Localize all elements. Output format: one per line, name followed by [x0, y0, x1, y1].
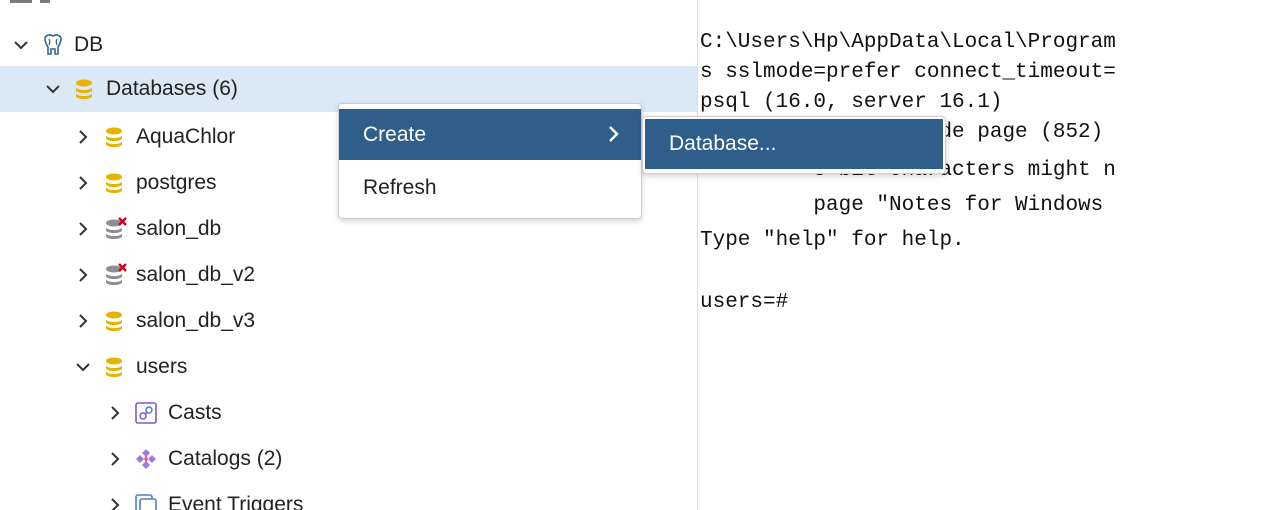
- catalogs-icon: [134, 447, 160, 471]
- tree-node-database[interactable]: salon_db_v3: [0, 298, 697, 344]
- tree-node-label: Databases (6): [106, 77, 238, 100]
- tree-node-server-db[interactable]: DB: [0, 22, 673, 68]
- chevron-down-icon[interactable]: [72, 356, 94, 378]
- database-icon: [102, 355, 128, 379]
- chevron-right-icon[interactable]: [72, 218, 94, 240]
- chevron-down-icon[interactable]: [42, 78, 64, 100]
- terminal-line: page "Notes for Windows: [700, 194, 1104, 217]
- terminal-line: C:\Users\Hp\AppData\Local\Program: [700, 31, 1116, 54]
- chevron-right-icon[interactable]: [104, 448, 126, 470]
- menu-item-refresh[interactable]: Refresh: [339, 162, 641, 213]
- tree-node-label: Casts: [168, 401, 222, 424]
- postgres-elephant-icon: [40, 33, 66, 57]
- menu-item-label: Create: [363, 122, 427, 146]
- menu-item-create[interactable]: Create: [339, 109, 641, 160]
- terminal-line: psql (16.0, server 16.1): [700, 91, 1003, 114]
- tree-node-label: Event Triggers: [168, 493, 304, 510]
- submenu-item-database[interactable]: Database...: [645, 119, 943, 169]
- tree-node-database-users[interactable]: users: [0, 344, 697, 390]
- chevron-right-icon: [607, 123, 621, 145]
- tree-node-label: Catalogs (2): [168, 447, 283, 470]
- tree-node-label: postgres: [136, 171, 217, 194]
- database-icon: [102, 171, 128, 195]
- tree-node-label: salon_db: [136, 217, 222, 240]
- object-explorer-tree: DB Databases (6) AquaChlor postgres salo…: [0, 0, 697, 510]
- terminal-prompt[interactable]: users=#: [700, 290, 788, 316]
- submenu-item-label: Database...: [669, 132, 777, 155]
- tree-node-database[interactable]: salon_db_v2: [0, 252, 697, 298]
- tree-node-casts[interactable]: Casts: [0, 390, 697, 436]
- databases-icon: [72, 77, 98, 101]
- database-icon: [102, 125, 128, 149]
- tree-node-label: AquaChlor: [136, 125, 236, 148]
- create-submenu: Database...: [642, 116, 946, 174]
- terminal-line: Type "help" for help.: [700, 229, 965, 252]
- database-disconnected-icon: [102, 263, 128, 287]
- tree-node-label: salon_db_v3: [136, 309, 256, 332]
- event-triggers-icon: [134, 493, 160, 510]
- psql-terminal[interactable]: C:\Users\Hp\AppData\Local\Program s sslm…: [698, 0, 1275, 510]
- chevron-right-icon[interactable]: [104, 494, 126, 510]
- tree-node-label: users: [136, 355, 188, 378]
- tree-node-event-triggers[interactable]: Event Triggers: [0, 482, 697, 510]
- chevron-right-icon[interactable]: [72, 310, 94, 332]
- chevron-right-icon[interactable]: [72, 126, 94, 148]
- tree-node-catalogs[interactable]: Catalogs (2): [0, 436, 697, 482]
- menu-item-label: Refresh: [363, 175, 437, 199]
- chevron-right-icon[interactable]: [72, 172, 94, 194]
- database-icon: [102, 309, 128, 333]
- database-disconnected-icon: [102, 217, 128, 241]
- context-menu: Create Refresh: [338, 103, 642, 219]
- chevron-down-icon[interactable]: [10, 34, 32, 56]
- tree-node-label: DB: [74, 33, 104, 56]
- chevron-right-icon[interactable]: [72, 264, 94, 286]
- chevron-right-icon[interactable]: [104, 402, 126, 424]
- casts-icon: [134, 401, 160, 425]
- clipped-row-above: [10, 0, 70, 6]
- terminal-line: s sslmode=prefer connect_timeout=: [700, 61, 1116, 84]
- tree-node-label: salon_db_v2: [136, 263, 256, 286]
